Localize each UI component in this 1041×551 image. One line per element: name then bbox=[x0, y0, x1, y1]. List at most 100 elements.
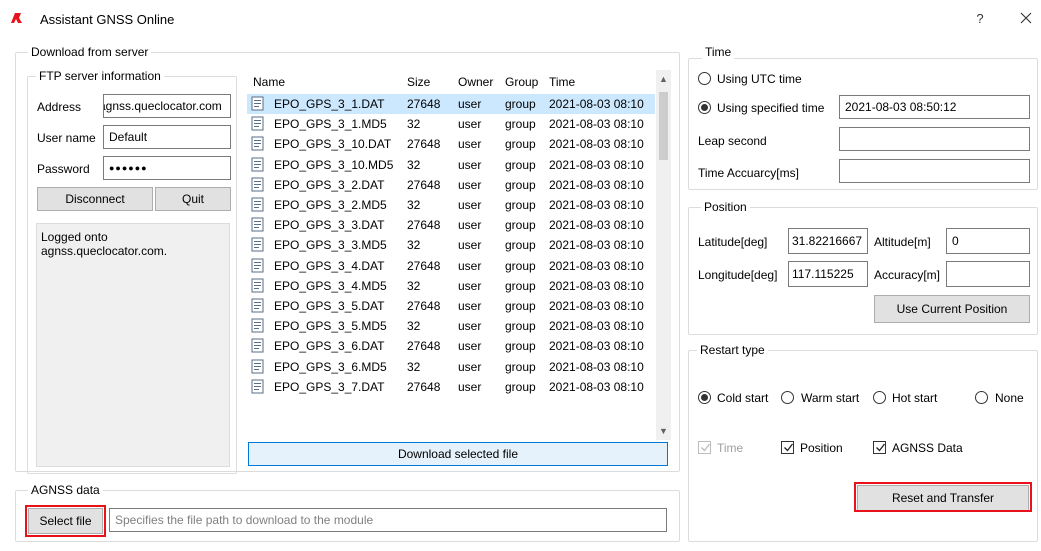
cell-group: group bbox=[505, 198, 536, 212]
table-row[interactable]: EPO_GPS_3_2.MD5 32 user group 2021-08-03 08:… bbox=[247, 195, 655, 215]
cell-group: group bbox=[505, 359, 536, 374]
cell-group: group bbox=[505, 278, 536, 293]
cell-name: EPO_GPS_3_6.DAT bbox=[274, 339, 385, 354]
utc-time-radio[interactable] bbox=[698, 72, 711, 85]
cell-name: EPO_GPS_3_5.MD5 bbox=[274, 319, 387, 334]
username-input[interactable]: Default bbox=[103, 125, 231, 149]
cell-size: 27648 bbox=[407, 339, 441, 354]
warm-start-radio[interactable] bbox=[781, 391, 794, 404]
agnss-data-checkbox[interactable] bbox=[873, 441, 886, 454]
table-row[interactable]: EPO_GPS_3_6.DAT 27648 user group 2021-08-03 … bbox=[247, 336, 655, 356]
file-icon bbox=[251, 237, 264, 252]
table-row[interactable]: EPO_GPS_3_1.MD5 32 user group 2021-08-03 08:… bbox=[247, 114, 655, 134]
cell-time: 2021-08-03 08:10 bbox=[549, 157, 644, 172]
cell-owner: user bbox=[458, 339, 482, 354]
ftp-group-label: FTP server information bbox=[36, 69, 164, 83]
cell-time: 2021-08-03 08:10 bbox=[549, 379, 644, 394]
table-row[interactable]: EPO_GPS_3_10.MD5 32 user group 2021-08-03 08… bbox=[247, 155, 655, 175]
cell-name: EPO_GPS_3_10.DAT bbox=[274, 137, 392, 152]
address-input[interactable]: agnss.queclocator.com bbox=[103, 94, 231, 118]
table-row[interactable]: EPO_GPS_3_2.DAT 27648 user group 2021-08-03 … bbox=[247, 175, 655, 195]
scroll-up-icon[interactable]: ▲ bbox=[658, 74, 669, 84]
highlight-frame bbox=[854, 482, 1032, 512]
time-checkbox[interactable] bbox=[698, 441, 711, 454]
table-row[interactable]: EPO_GPS_3_7.DAT 27648 user group 2021-08-03 … bbox=[247, 377, 655, 397]
cell-name: EPO_GPS_3_4.DAT bbox=[274, 258, 385, 273]
download-selected-button[interactable]: Download selected file bbox=[248, 442, 668, 466]
title-bar: Assistant GNSS Online ? bbox=[0, 0, 1041, 40]
scroll-thumb[interactable] bbox=[659, 92, 668, 160]
time-accuracy-input[interactable] bbox=[839, 159, 1030, 183]
cell-group: group bbox=[505, 379, 536, 394]
position-check-label: Position bbox=[800, 441, 843, 455]
table-row[interactable]: EPO_GPS_3_3.DAT 27648 user group 2021-08-03 … bbox=[247, 215, 655, 235]
cell-owner: user bbox=[458, 278, 482, 293]
file-icon bbox=[251, 379, 264, 394]
col-time-header[interactable]: Time bbox=[549, 75, 575, 89]
cell-name: EPO_GPS_3_4.MD5 bbox=[274, 278, 387, 293]
cell-time: 2021-08-03 08:10 bbox=[549, 177, 644, 192]
quit-button[interactable]: Quit bbox=[155, 187, 231, 211]
file-path-input[interactable]: Specifies the file path to download to t… bbox=[109, 508, 667, 532]
col-group-header[interactable]: Group bbox=[505, 75, 538, 89]
hot-start-radio[interactable] bbox=[873, 391, 886, 404]
cell-name: EPO_GPS_3_10.MD5 bbox=[274, 157, 394, 172]
table-row[interactable]: EPO_GPS_3_3.MD5 32 user group 2021-08-03 08:… bbox=[247, 235, 655, 255]
cell-name: EPO_GPS_3_3.DAT bbox=[274, 218, 385, 233]
table-header: Name Size Owner Group Time bbox=[247, 70, 655, 94]
cell-size: 32 bbox=[407, 319, 421, 334]
leap-second-input[interactable] bbox=[839, 127, 1030, 151]
accuracy-input[interactable] bbox=[946, 261, 1030, 287]
col-name-header[interactable]: Name bbox=[253, 75, 285, 89]
cell-owner: user bbox=[458, 157, 482, 172]
altitude-input[interactable]: 0 bbox=[946, 228, 1030, 254]
close-icon[interactable] bbox=[1016, 8, 1036, 28]
specified-time-input[interactable]: 2021-08-03 08:50:12 bbox=[839, 95, 1030, 119]
table-row[interactable]: EPO_GPS_3_4.MD5 32 user group 2021-08-03 08:… bbox=[247, 276, 655, 296]
table-row[interactable]: EPO_GPS_3_5.MD5 32 user group 2021-08-03 08:… bbox=[247, 316, 655, 336]
cell-group: group bbox=[505, 157, 536, 172]
none-radio[interactable] bbox=[975, 391, 988, 404]
cell-time: 2021-08-03 08:10 bbox=[549, 319, 644, 334]
help-button[interactable]: ? bbox=[971, 10, 989, 28]
table-row[interactable]: EPO_GPS_3_5.DAT 27648 user group 2021-08-03 … bbox=[247, 296, 655, 316]
file-icon bbox=[251, 177, 264, 192]
app-logo-icon bbox=[11, 13, 22, 23]
file-icon bbox=[251, 338, 264, 353]
cell-group: group bbox=[505, 97, 536, 111]
col-owner-header[interactable]: Owner bbox=[458, 75, 493, 89]
latitude-input[interactable]: 31.82216667 bbox=[788, 228, 868, 254]
cell-owner: user bbox=[458, 319, 482, 334]
specified-time-label: Using specified time bbox=[717, 101, 825, 115]
latitude-label: Latitude[deg] bbox=[698, 235, 768, 249]
file-icon bbox=[251, 197, 264, 212]
cell-size: 27648 bbox=[407, 258, 441, 273]
position-checkbox[interactable] bbox=[781, 441, 794, 454]
file-icon bbox=[251, 157, 264, 172]
file-table[interactable]: Name Size Owner Group Time EPO_GPS_3_1.D… bbox=[247, 70, 670, 440]
cell-name: EPO_GPS_3_5.DAT bbox=[274, 299, 385, 313]
cell-size: 27648 bbox=[407, 177, 441, 192]
disconnect-button[interactable]: Disconnect bbox=[37, 187, 153, 211]
scroll-down-icon[interactable]: ▼ bbox=[658, 426, 669, 436]
cell-size: 32 bbox=[407, 117, 421, 132]
table-row[interactable]: EPO_GPS_3_1.DAT 27648 user group 2021-08-03 … bbox=[247, 94, 655, 114]
cold-start-radio[interactable] bbox=[698, 391, 711, 404]
password-input[interactable]: ●●●●●● bbox=[103, 156, 231, 180]
cell-owner: user bbox=[458, 238, 482, 253]
file-icon bbox=[251, 359, 264, 374]
specified-time-radio[interactable] bbox=[698, 101, 711, 114]
longitude-input[interactable]: 117.115225 bbox=[788, 261, 868, 287]
cell-time: 2021-08-03 08:10 bbox=[549, 339, 644, 354]
table-row[interactable]: EPO_GPS_3_6.MD5 32 user group 2021-08-03 08:… bbox=[247, 357, 655, 377]
table-scrollbar[interactable]: ▲ ▼ bbox=[656, 70, 671, 440]
altitude-label: Altitude[m] bbox=[874, 235, 931, 249]
cell-name: EPO_GPS_3_1.MD5 bbox=[274, 117, 387, 132]
col-size-header[interactable]: Size bbox=[407, 75, 430, 89]
cell-owner: user bbox=[458, 97, 482, 111]
cell-name: EPO_GPS_3_2.DAT bbox=[274, 177, 385, 192]
table-row[interactable]: EPO_GPS_3_4.DAT 27648 user group 2021-08-03 … bbox=[247, 256, 655, 276]
table-row[interactable]: EPO_GPS_3_10.DAT 27648 user group 2021-08-03… bbox=[247, 134, 655, 154]
cell-owner: user bbox=[458, 198, 482, 212]
use-current-position-button[interactable]: Use Current Position bbox=[874, 295, 1030, 323]
